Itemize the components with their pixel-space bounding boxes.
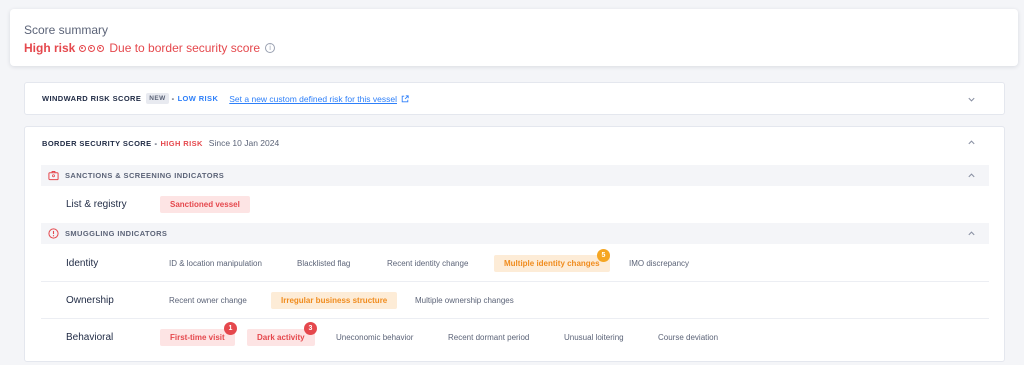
- risk-dot-icon: [97, 44, 105, 52]
- chip-recent-owner-change[interactable]: Recent owner change: [169, 292, 247, 309]
- row-label: Identity: [66, 258, 99, 269]
- risk-dot-icon: [79, 44, 87, 52]
- new-badge: NEW: [146, 93, 169, 104]
- windward-risk-title: WINDWARD RISK SCORE: [42, 94, 142, 103]
- windward-risk-header: WINDWARD RISK SCORE NEW - LOW RISK Set a…: [42, 83, 409, 114]
- chip-id-location-manipulation[interactable]: ID & location manipulation: [169, 255, 262, 272]
- count-badge: 1: [224, 322, 237, 335]
- risk-level: High risk: [24, 41, 76, 55]
- windward-risk-level: LOW RISK: [177, 94, 219, 103]
- border-security-since: Since 10 Jan 2024: [208, 138, 280, 148]
- row-label: Ownership: [66, 294, 114, 306]
- risk-reason: Due to border security score: [109, 41, 261, 55]
- score-summary-title: Score summary: [24, 23, 109, 37]
- header-separator: -: [171, 94, 175, 103]
- id-card-icon: [48, 170, 59, 181]
- header-separator: -: [154, 138, 158, 148]
- alert-circle-icon: [48, 228, 59, 239]
- sanctions-section-title: SANCTIONS & SCREENING INDICATORS: [65, 171, 225, 180]
- chevron-down-icon[interactable]: [967, 95, 976, 104]
- sanctions-section-header[interactable]: SANCTIONS & SCREENING INDICATORS: [41, 165, 989, 186]
- chip-imo-discrepancy[interactable]: IMO discrepancy: [629, 255, 689, 272]
- chip-unusual-loitering[interactable]: Unusual loitering: [564, 329, 624, 346]
- external-link-icon: [401, 94, 409, 102]
- indicator-row-behavioral: Behavioral First-time visit 1 Dark activ…: [41, 319, 989, 356]
- chip-multiple-identity-changes[interactable]: Multiple identity changes: [494, 255, 610, 272]
- count-badge: 5: [597, 249, 610, 262]
- chip-recent-dormant-period[interactable]: Recent dormant period: [448, 329, 529, 346]
- indicator-row-identity: Identity ID & location manipulation Blac…: [41, 246, 989, 282]
- count-badge: 3: [304, 322, 317, 335]
- custom-risk-link-label: Set a new custom defined risk for this v…: [229, 93, 397, 104]
- windward-risk-card[interactable]: WINDWARD RISK SCORE NEW - LOW RISK Set a…: [24, 82, 1005, 115]
- chevron-up-icon[interactable]: [967, 229, 976, 238]
- chip-course-deviation[interactable]: Course deviation: [658, 329, 718, 346]
- risk-dots-icon: [79, 44, 105, 52]
- chip-multiple-ownership-changes[interactable]: Multiple ownership changes: [415, 292, 514, 309]
- border-security-risk-level: HIGH RISK: [160, 138, 203, 148]
- chip-blacklisted-flag[interactable]: Blacklisted flag: [297, 255, 350, 272]
- score-summary-line: High risk Due to border security score i: [24, 41, 276, 55]
- custom-risk-link[interactable]: Set a new custom defined risk for this v…: [229, 94, 409, 104]
- border-security-card: BORDER SECURITY SCORE - HIGH RISK Since …: [24, 126, 1005, 362]
- row-label: Behavioral: [66, 332, 114, 343]
- chip-first-time-visit[interactable]: First-time visit: [160, 329, 235, 346]
- info-icon[interactable]: i: [265, 43, 276, 53]
- indicator-row-list-registry: List & registry Sanctioned vessel: [41, 188, 989, 220]
- chip-sanctioned-vessel[interactable]: Sanctioned vessel: [160, 195, 250, 213]
- score-summary-card: Score summary High risk Due to border se…: [10, 9, 1018, 66]
- indicator-row-ownership: Ownership Recent owner change Irregular …: [41, 282, 989, 319]
- row-label: List & registry: [66, 198, 127, 210]
- chip-irregular-business-structure[interactable]: Irregular business structure: [271, 291, 398, 309]
- chevron-up-icon[interactable]: [967, 171, 976, 180]
- smuggling-section-title: SMUGGLING INDICATORS: [65, 229, 168, 238]
- chevron-up-icon[interactable]: [967, 138, 976, 147]
- smuggling-section-header[interactable]: SMUGGLING INDICATORS: [41, 223, 989, 244]
- border-security-title: BORDER SECURITY SCORE: [42, 138, 152, 148]
- chip-uneconomic-behavior[interactable]: Uneconomic behavior: [336, 329, 413, 346]
- risk-dot-icon: [88, 44, 96, 52]
- border-security-header[interactable]: BORDER SECURITY SCORE - HIGH RISK Since …: [42, 127, 279, 159]
- chip-recent-identity-change[interactable]: Recent identity change: [387, 255, 468, 272]
